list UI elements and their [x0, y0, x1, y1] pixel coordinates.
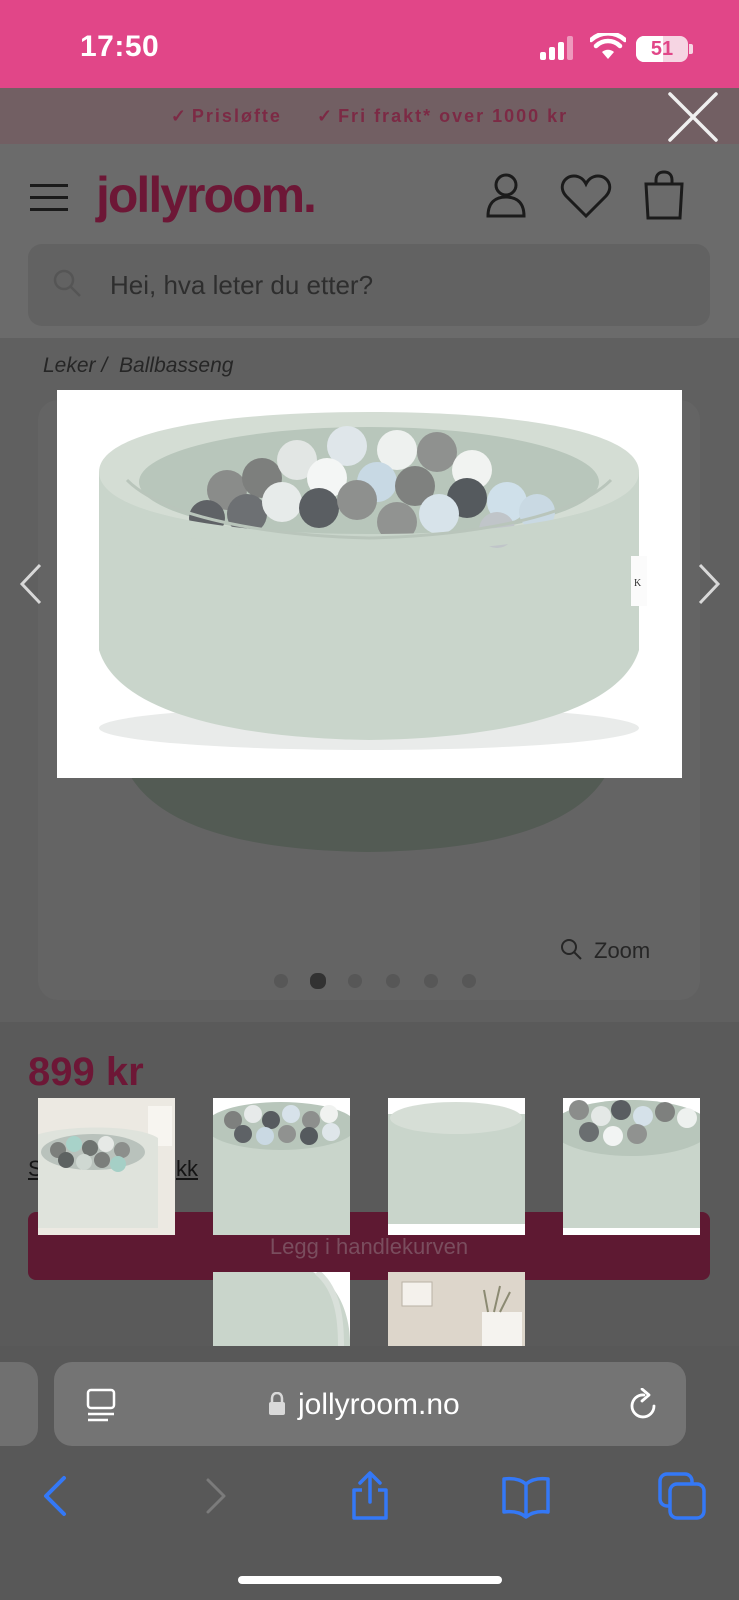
breadcrumb-item[interactable]: Ballbasseng	[119, 354, 233, 377]
hamburger-icon[interactable]	[30, 184, 68, 212]
gallery-dot[interactable]	[348, 974, 362, 988]
product-link-fragment[interactable]: kk	[176, 1156, 198, 1182]
search-input[interactable]: Hei, hva leter du etter?	[28, 244, 710, 326]
promo-item: Fri frakt* over 1000 kr	[338, 106, 569, 126]
bookmarks-icon[interactable]	[500, 1470, 552, 1522]
thumbnail[interactable]	[563, 1098, 700, 1235]
browser-toolbar	[0, 1446, 739, 1600]
gallery-dot[interactable]	[274, 974, 288, 988]
wifi-icon	[590, 33, 626, 59]
zoom-icon	[561, 939, 582, 960]
status-time: 17:50	[80, 30, 160, 63]
site-header: jollyroom. Hei, hva leter du etter?	[0, 144, 739, 338]
thumbnail[interactable]	[388, 1272, 525, 1346]
gallery-dot-active[interactable]	[310, 973, 326, 989]
battery-icon: 51	[636, 36, 688, 62]
tabs-icon[interactable]	[656, 1470, 708, 1522]
svg-text:K: K	[634, 578, 642, 589]
previous-tab[interactable]	[0, 1362, 38, 1446]
promo-item: Prisløfte	[191, 106, 282, 126]
battery-tip	[689, 44, 693, 54]
zoom-button[interactable]: Zoom	[560, 938, 650, 964]
chevron-left-icon[interactable]	[18, 562, 44, 606]
status-bar: 17:50 51	[0, 0, 739, 88]
thumbnail[interactable]	[388, 1098, 525, 1235]
share-icon[interactable]	[344, 1470, 396, 1522]
zoom-label: Zoom	[594, 938, 651, 963]
ball-pool-image: K	[99, 412, 647, 750]
gallery-dot[interactable]	[386, 974, 400, 988]
reload-icon[interactable]	[628, 1388, 660, 1422]
gallery-dot[interactable]	[424, 974, 438, 988]
thumbnail[interactable]	[38, 1098, 175, 1235]
add-to-cart-label: Legg i handlekurven	[269, 1234, 469, 1259]
search-placeholder: Hei, hva leter du etter?	[110, 270, 374, 300]
bag-icon[interactable]	[642, 170, 686, 220]
battery-level: 51	[650, 38, 674, 60]
breadcrumb: Leker / Ballbasseng	[43, 354, 233, 378]
back-icon[interactable]	[32, 1470, 84, 1522]
check-icon: ✓	[316, 106, 335, 126]
product-price: 899 kr	[28, 1050, 144, 1094]
address-bar[interactable]: jollyroom.no	[54, 1362, 686, 1446]
promo-bar: ✓ Prisløfte ✓ Fri frakt* over 1000 kr	[0, 88, 739, 144]
site-logo[interactable]: jollyroom.	[96, 166, 317, 224]
lightbox-image: K	[57, 390, 682, 778]
lock-icon	[269, 1392, 285, 1415]
forward-icon[interactable]	[188, 1470, 240, 1522]
close-icon[interactable]	[666, 90, 720, 144]
gallery-dot[interactable]	[462, 974, 476, 988]
reader-icon[interactable]	[86, 1388, 116, 1422]
thumbnail[interactable]	[213, 1098, 350, 1235]
chevron-right-icon[interactable]	[696, 562, 722, 606]
url-text: jollyroom.no	[298, 1388, 460, 1421]
user-icon[interactable]	[486, 172, 526, 218]
search-icon	[53, 269, 81, 297]
signal-icon	[540, 36, 574, 60]
thumbnail[interactable]	[213, 1272, 350, 1346]
heart-icon[interactable]	[560, 174, 612, 218]
home-indicator[interactable]	[238, 1576, 502, 1584]
breadcrumb-item[interactable]: Leker /	[43, 354, 107, 377]
check-icon: ✓	[170, 106, 188, 126]
browser-address-area: jollyroom.no	[0, 1346, 739, 1446]
